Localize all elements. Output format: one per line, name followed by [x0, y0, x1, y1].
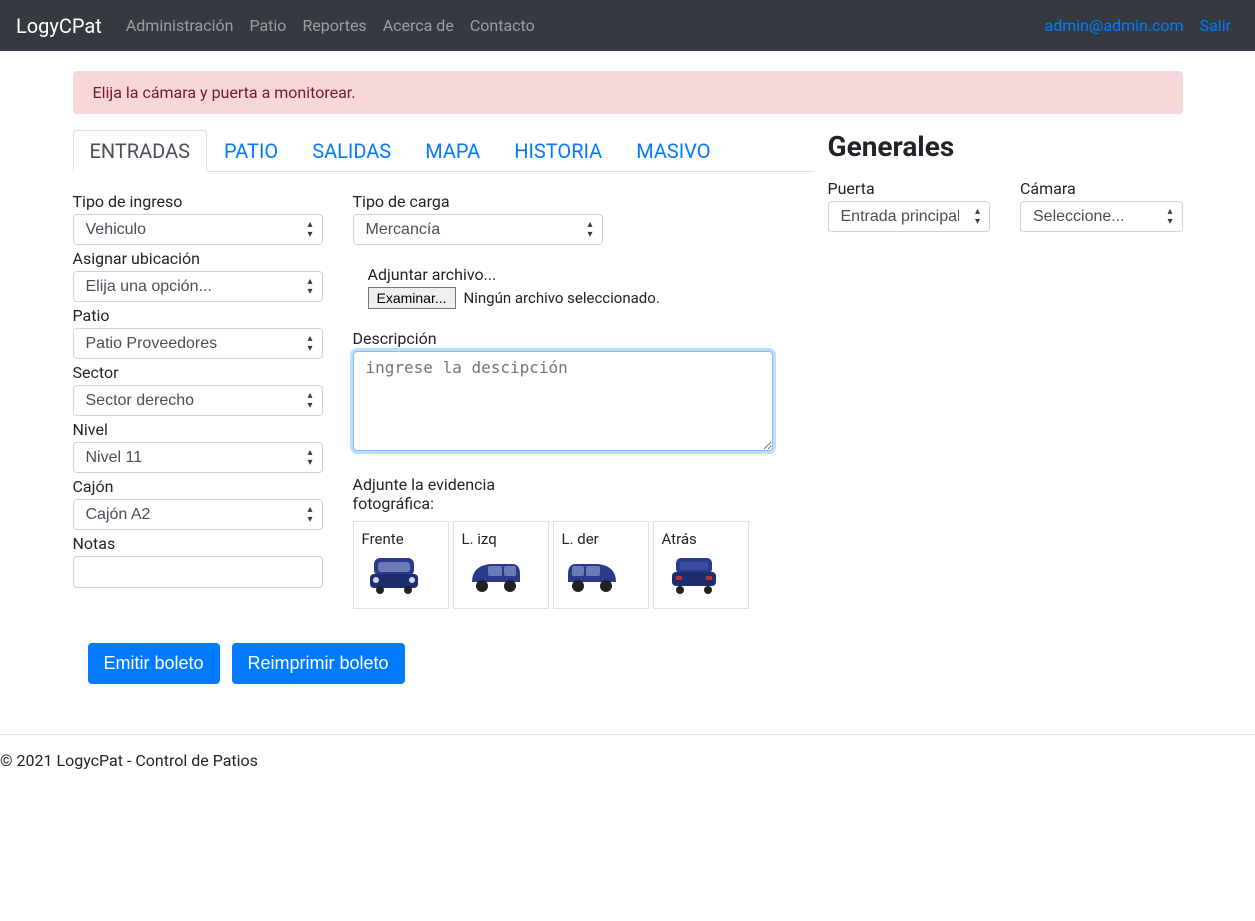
select-tipo-carga[interactable]: Mercancía: [353, 214, 603, 245]
tab-entradas[interactable]: ENTRADAS: [73, 130, 208, 172]
input-notas[interactable]: [73, 556, 323, 588]
brand[interactable]: LogyCPat: [16, 14, 102, 38]
tab-historia[interactable]: HISTORIA: [497, 130, 619, 172]
tab-patio[interactable]: PATIO: [207, 130, 295, 172]
select-asignar-ubicacion[interactable]: Elija una opción...: [73, 271, 323, 302]
textarea-descripcion[interactable]: [353, 351, 773, 451]
label-tipo-carga: Tipo de carga: [353, 192, 603, 211]
evidence-lder[interactable]: L. der: [553, 521, 649, 609]
label-asignar-ubicacion: Asignar ubicación: [73, 249, 323, 268]
select-puerta[interactable]: Entrada principal: [828, 201, 991, 232]
label-camara: Cámara: [1020, 179, 1183, 198]
nav-contacto[interactable]: Contacto: [462, 8, 543, 43]
label-puerta: Puerta: [828, 179, 991, 198]
label-tipo-ingreso: Tipo de ingreso: [73, 192, 323, 211]
tab-masivo[interactable]: MASIVO: [619, 130, 727, 172]
label-patio: Patio: [73, 306, 323, 325]
evidence-frente[interactable]: Frente: [353, 521, 449, 609]
tab-salidas[interactable]: SALIDAS: [295, 130, 408, 172]
select-patio[interactable]: Patio Proveedores: [73, 328, 323, 359]
nav-administracion[interactable]: Administración: [118, 8, 242, 43]
user-email[interactable]: admin@admin.com: [1037, 8, 1192, 43]
select-camara[interactable]: Seleccione...: [1020, 201, 1183, 232]
evidence-label-lizq: L. izq: [462, 530, 540, 548]
select-nivel[interactable]: Nivel 11: [73, 442, 323, 473]
logout-link[interactable]: Salir: [1192, 8, 1239, 43]
car-rear-icon: [662, 552, 726, 596]
car-front-icon: [362, 552, 426, 596]
emitir-boleto-button[interactable]: Emitir boleto: [88, 643, 220, 684]
nav-right: admin@admin.com Salir: [1037, 8, 1240, 43]
navbar: LogyCPat Administración Patio Reportes A…: [0, 0, 1255, 51]
label-adjuntar: Adjuntar archivo...: [368, 265, 773, 284]
nav-patio[interactable]: Patio: [241, 8, 294, 43]
label-evidencia: Adjunte la evidencia fotográfica:: [353, 475, 513, 513]
select-cajon[interactable]: Cajón A2: [73, 499, 323, 530]
label-nivel: Nivel: [73, 420, 323, 439]
evidence-label-lder: L. der: [562, 530, 640, 548]
select-sector[interactable]: Sector derecho: [73, 385, 323, 416]
generals-title: Generales: [828, 130, 1183, 163]
nav-reportes[interactable]: Reportes: [294, 8, 374, 43]
car-right-icon: [562, 552, 626, 596]
evidence-label-atras: Atrás: [662, 530, 740, 548]
file-status: Ningún archivo seleccionado.: [464, 289, 660, 307]
evidence-atras[interactable]: Atrás: [653, 521, 749, 609]
select-tipo-ingreso[interactable]: Vehiculo: [73, 214, 323, 245]
car-left-icon: [462, 552, 526, 596]
label-cajon: Cajón: [73, 477, 323, 496]
label-sector: Sector: [73, 363, 323, 382]
tab-mapa[interactable]: MAPA: [408, 130, 497, 172]
reimprimir-boleto-button[interactable]: Reimprimir boleto: [232, 643, 405, 684]
browse-button[interactable]: Examinar...: [368, 287, 456, 309]
tabs: ENTRADAS PATIO SALIDAS MAPA HISTORIA MAS…: [73, 130, 813, 172]
evidence-label-frente: Frente: [362, 530, 440, 548]
nav-left: Administración Patio Reportes Acerca de …: [118, 8, 543, 43]
nav-acerca[interactable]: Acerca de: [375, 8, 462, 43]
label-descripcion: Descripción: [353, 329, 773, 348]
label-notas: Notas: [73, 534, 323, 553]
evidence-lizq[interactable]: L. izq: [453, 521, 549, 609]
alert-banner: Elija la cámara y puerta a monitorear.: [73, 71, 1183, 114]
footer: © 2021 LogycPat - Control de Patios: [0, 734, 1255, 786]
